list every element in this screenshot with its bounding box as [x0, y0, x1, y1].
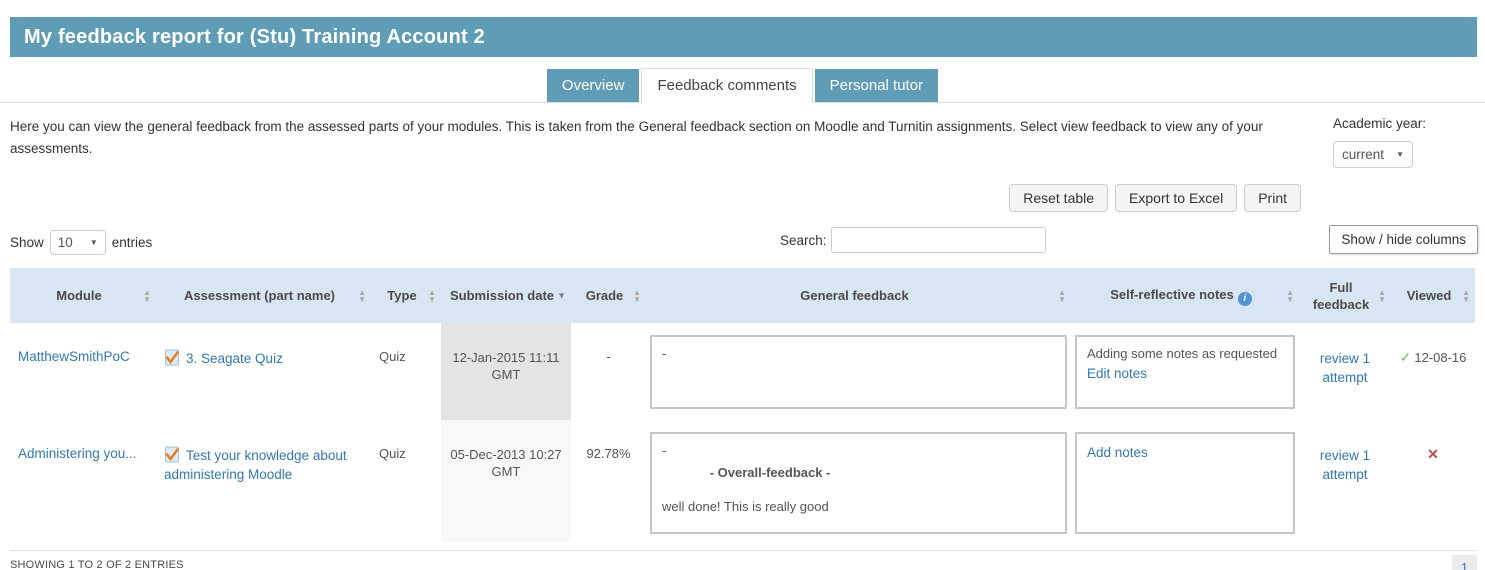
type-cell: Quiz — [379, 446, 406, 461]
tab-bar: Overview Feedback comments Personal tuto… — [0, 68, 1485, 103]
submission-date-cell: 12-Jan-2015 11:11 GMT — [441, 323, 571, 420]
col-header-full-feedback[interactable]: Full feedback ▲ ▼ — [1299, 268, 1391, 323]
full-feedback-cell: review 1 attempt — [1299, 420, 1391, 542]
info-icon[interactable]: i — [1237, 291, 1252, 306]
self-reflective-notes-cell: Add notes — [1071, 420, 1299, 542]
full-feedback-cell: review 1 attempt — [1299, 323, 1391, 420]
show-entries-control: Show 10 ▼ entries — [10, 230, 152, 255]
show-hide-columns-button[interactable]: Show / hide columns — [1329, 225, 1478, 254]
pagination-page-1[interactable]: 1 — [1452, 555, 1477, 570]
module-link[interactable]: Administering you... — [18, 446, 137, 461]
academic-year-select[interactable]: current ▼ — [1333, 141, 1413, 168]
showing-entries-status: SHOWING 1 TO 2 OF 2 ENTRIES — [10, 559, 184, 570]
table-header-row: Module ▲ ▼ Assessment (part name) ▲ ▼ Type… — [10, 268, 1475, 323]
page-description: Here you can view the general feedback f… — [10, 119, 1263, 156]
general-feedback-cell: - — [646, 323, 1071, 420]
table-row: MatthewSmithPoC 3. Seagate Quiz Quiz 12-… — [10, 323, 1475, 420]
col-header-type[interactable]: Type ▲ ▼ — [371, 268, 441, 323]
overall-feedback-heading: - Overall-feedback - — [709, 465, 831, 480]
chevron-down-icon: ▼ — [89, 238, 98, 247]
grade-cell: 92.78% — [586, 446, 631, 461]
feedback-table: Module ▲ ▼ Assessment (part name) ▲ ▼ Type… — [10, 268, 1475, 542]
edit-notes-link[interactable]: Edit notes — [1087, 365, 1283, 383]
grade-cell: - — [606, 349, 611, 364]
sort-icon: ▲ ▼ — [1286, 287, 1294, 304]
academic-year-label: Academic year: — [1333, 116, 1427, 131]
print-button[interactable]: Print — [1244, 184, 1301, 212]
sort-icon: ▲ ▼ — [143, 287, 151, 304]
entries-per-page-select[interactable]: 10 ▼ — [49, 230, 106, 255]
type-cell: Quiz — [379, 349, 406, 364]
module-cell: Administering you... — [10, 420, 156, 542]
col-header-self-reflective-notes[interactable]: Self-reflective notes i ▲ ▼ — [1071, 268, 1299, 323]
col-header-general-feedback[interactable]: General feedback ▲ ▼ — [646, 268, 1071, 323]
sort-icon: ▲ ▼ — [428, 287, 436, 304]
review-attempt-link[interactable]: review 1 attempt — [1320, 448, 1370, 482]
viewed-check-icon: ✓ — [1399, 349, 1412, 365]
quiz-icon — [164, 446, 181, 463]
sort-desc-icon: ▼ — [557, 290, 566, 300]
export-excel-button[interactable]: Export to Excel — [1115, 184, 1238, 212]
page-title: My feedback report for (Stu) Training Ac… — [24, 26, 485, 48]
general-feedback-box: - — [650, 335, 1067, 409]
general-feedback-box: - - Overall-feedback - well done! This i… — [650, 432, 1067, 534]
table-footer: SHOWING 1 TO 2 OF 2 ENTRIES 1 — [10, 550, 1477, 570]
sort-icon: ▲ ▼ — [1058, 287, 1066, 304]
col-header-viewed[interactable]: Viewed ▲ ▼ — [1391, 268, 1475, 323]
viewed-cell: ✕ — [1391, 420, 1475, 542]
intro-section: Here you can view the general feedback f… — [0, 103, 1485, 168]
assessment-cell: Test your knowledge about administering … — [156, 420, 371, 542]
sort-icon: ▲ ▼ — [633, 287, 641, 304]
assessment-link[interactable]: 3. Seagate Quiz — [186, 351, 283, 366]
submission-date-cell: 05-Dec-2013 10:27 GMT — [441, 420, 571, 542]
add-notes-link[interactable]: Add notes — [1087, 444, 1283, 462]
assessment-cell: 3. Seagate Quiz — [156, 323, 371, 420]
not-viewed-cross-icon: ✕ — [1427, 446, 1439, 462]
search-input[interactable] — [830, 227, 1046, 253]
assessment-link[interactable]: Test your knowledge about administering … — [164, 448, 347, 482]
col-header-module[interactable]: Module ▲ ▼ — [10, 268, 156, 323]
review-attempt-link[interactable]: review 1 attempt — [1320, 351, 1370, 385]
notes-box: Adding some notes as requested Edit note… — [1075, 335, 1295, 409]
sort-icon: ▲ ▼ — [358, 287, 366, 304]
chevron-down-icon: ▼ — [1396, 150, 1404, 159]
viewed-cell: ✓ 12-08-16 — [1391, 323, 1475, 420]
viewed-date: 12-08-16 — [1414, 350, 1467, 365]
col-header-submission-date[interactable]: Submission date ▼ — [441, 268, 571, 323]
tab-overview[interactable]: Overview — [546, 69, 640, 102]
col-header-assessment[interactable]: Assessment (part name) ▲ ▼ — [156, 268, 371, 323]
quiz-icon — [164, 349, 181, 366]
notes-box: Add notes — [1075, 432, 1295, 534]
sort-icon: ▲ ▼ — [1462, 287, 1470, 304]
feedback-body-text: well done! This is really good — [662, 499, 829, 514]
tab-feedback-comments[interactable]: Feedback comments — [641, 68, 813, 103]
reset-table-button[interactable]: Reset table — [1009, 184, 1109, 212]
search-label: Search: — [780, 232, 827, 248]
academic-year-block: Academic year: current ▼ — [1333, 116, 1475, 168]
table-controls: Show 10 ▼ entries Search: Show / hide co… — [0, 218, 1485, 264]
search-control: Search: — [780, 227, 1046, 253]
module-link[interactable]: MatthewSmithPoC — [18, 349, 130, 364]
module-cell: MatthewSmithPoC — [10, 323, 156, 420]
show-label: Show — [10, 235, 44, 250]
general-feedback-cell: - - Overall-feedback - well done! This i… — [646, 420, 1071, 542]
self-reflective-notes-cell: Adding some notes as requested Edit note… — [1071, 323, 1299, 420]
page-header-bar: My feedback report for (Stu) Training Ac… — [10, 17, 1477, 57]
notes-text: Adding some notes as requested — [1087, 346, 1278, 361]
table-toolbar: Reset table Export to Excel Print — [0, 184, 1485, 212]
tab-personal-tutor[interactable]: Personal tutor — [814, 69, 939, 102]
col-header-grade[interactable]: Grade ▲ ▼ — [571, 268, 646, 323]
sort-icon: ▲ ▼ — [1378, 287, 1386, 304]
table-row: Administering you... Test your knowledge… — [10, 420, 1475, 542]
entries-label: entries — [111, 235, 153, 250]
